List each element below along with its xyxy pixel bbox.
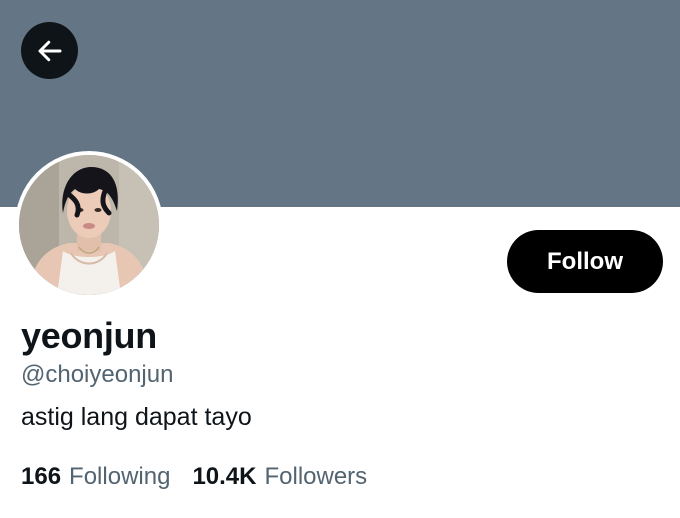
following-label: Following xyxy=(69,463,171,490)
following-link[interactable]: 166 Following xyxy=(21,463,170,491)
profile-handle: @choiyeonjun xyxy=(21,361,174,388)
follow-button[interactable]: Follow xyxy=(507,230,663,293)
followers-label: Followers xyxy=(264,463,368,490)
profile-stats: 166 Following 10.4K Followers xyxy=(21,463,367,491)
followers-count: 10.4K xyxy=(192,463,257,490)
following-count: 166 xyxy=(21,463,62,490)
arrow-left-icon xyxy=(38,40,61,61)
profile-name: yeonjun xyxy=(21,315,157,356)
followers-link[interactable]: 10.4K Followers xyxy=(192,463,367,491)
avatar[interactable] xyxy=(15,151,163,299)
back-button[interactable] xyxy=(21,22,78,79)
profile-bio: astig lang dapat tayo xyxy=(21,403,252,431)
